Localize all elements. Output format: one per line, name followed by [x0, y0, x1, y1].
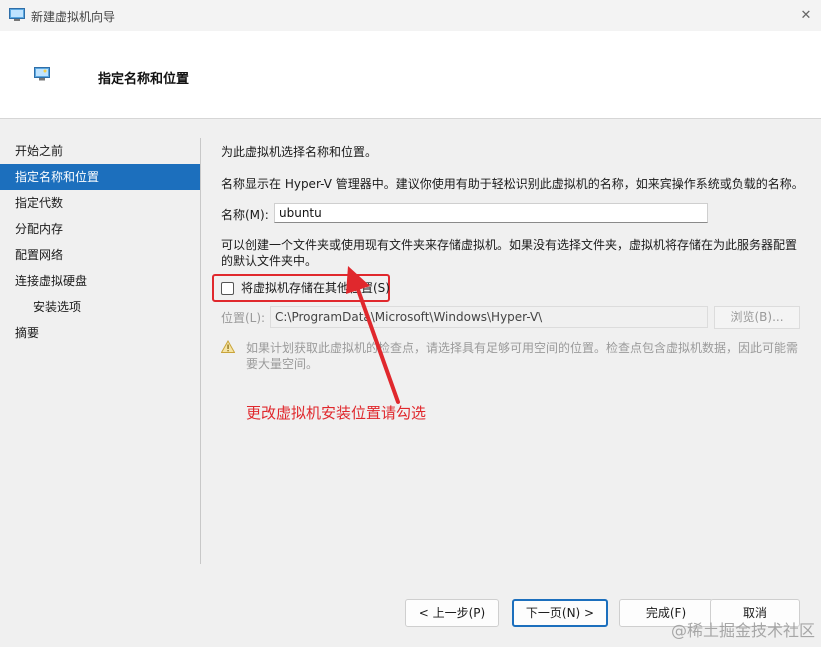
annotation-arrow-icon	[346, 266, 400, 404]
nav-item-before-you-begin[interactable]: 开始之前	[0, 138, 200, 164]
nav-item-summary[interactable]: 摘要	[0, 320, 200, 346]
location-input[interactable]: C:\ProgramData\Microsoft\Windows\Hyper-V…	[270, 306, 708, 328]
name-input[interactable]	[274, 203, 708, 223]
checkpoint-warning-text: 如果计划获取此虚拟机的检查点，请选择具有足够可用空间的位置。检查点包含虚拟机数据…	[246, 341, 799, 371]
watermark: @稀土掘金技术社区	[670, 621, 815, 640]
name-hint-text: 名称显示在 Hyper-V 管理器中。建议你使用有助于轻松识别此虚拟机的名称，如…	[221, 177, 804, 191]
annotation-text: 更改虚拟机安装位置请勾选	[246, 404, 427, 422]
folder-hint-text: 可以创建一个文件夹或使用现有文件夹来存储虚拟机。如果没有选择文件夹，虚拟机将存储…	[221, 238, 798, 268]
nav-item-generation[interactable]: 指定代数	[0, 190, 200, 216]
title-bar: 新建虚拟机向导 ✕	[0, 0, 821, 31]
store-elsewhere-checkbox[interactable]	[221, 281, 234, 295]
close-button[interactable]: ✕	[791, 0, 821, 31]
nav-item-virtual-disk[interactable]: 连接虚拟硬盘	[0, 268, 200, 294]
next-button[interactable]: 下一页(N) >	[512, 599, 608, 627]
nav-item-network[interactable]: 配置网络	[0, 242, 200, 268]
previous-button[interactable]: < 上一步(P)	[405, 599, 499, 627]
sidebar-divider	[200, 138, 201, 564]
close-icon: ✕	[800, 8, 812, 23]
hyperv-app-icon	[9, 8, 25, 21]
nav-item-memory[interactable]: 分配内存	[0, 216, 200, 242]
window-title: 新建虚拟机向导	[31, 10, 116, 24]
wizard-window: 新建虚拟机向导 ✕ 指定名称和位置 开始之前 指定名称和位置 指定代数 分配内存…	[0, 0, 821, 647]
location-label: 位置(L):	[221, 311, 266, 325]
page-title: 指定名称和位置	[98, 72, 190, 87]
intro-text: 为此虚拟机选择名称和位置。	[221, 145, 378, 159]
nav-item-name-location[interactable]: 指定名称和位置	[0, 164, 200, 190]
virtual-machine-icon	[34, 67, 50, 81]
warning-icon	[221, 340, 235, 353]
name-label: 名称(M):	[221, 208, 269, 222]
page-header: 指定名称和位置	[0, 31, 821, 119]
browse-button[interactable]: 浏览(B)...	[714, 306, 800, 329]
wizard-steps-nav: 开始之前 指定名称和位置 指定代数 分配内存 配置网络 连接虚拟硬盘 安装选项 …	[0, 138, 200, 346]
nav-item-install-options[interactable]: 安装选项	[0, 294, 200, 320]
